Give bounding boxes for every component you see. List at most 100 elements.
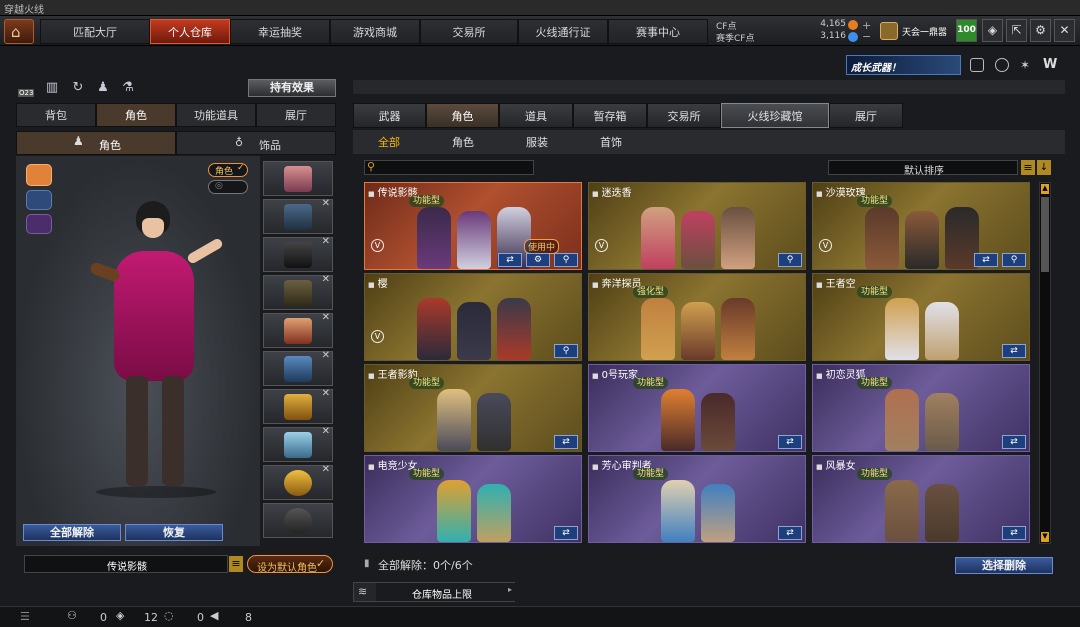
character-preview[interactable]: 角色 ✓ ◎ 全部解除 恢复 xyxy=(16,156,260,546)
role-card[interactable]: 0号玩家功能型 ⇄ xyxy=(588,364,806,452)
role-card[interactable]: 樱 V ⚲ xyxy=(364,273,582,361)
equip-slot-2[interactable]: ✕ xyxy=(263,198,333,234)
equip-slot-3[interactable]: ✕ xyxy=(263,236,333,272)
left-tab-showroom[interactable]: 展厅 xyxy=(256,103,336,127)
slot-close-icon[interactable]: ✕ xyxy=(322,464,330,475)
equip-slot-8[interactable]: ✕ xyxy=(263,426,333,462)
badge-star-icon[interactable]: ✶ xyxy=(1020,58,1034,72)
role-card[interactable]: 传说影骸功能型使用中V⚲⚙⇄ xyxy=(364,182,582,270)
scroll-up-icon[interactable]: ▲ xyxy=(1041,184,1049,194)
swap-icon[interactable]: ⇄ xyxy=(974,253,998,267)
bar-chart-icon[interactable]: ▥ xyxy=(44,80,60,96)
swap-icon[interactable]: ⇄ xyxy=(498,253,522,267)
right-tab-showroom[interactable]: 展厅 xyxy=(829,103,903,128)
close-icon[interactable]: ✕ xyxy=(1054,19,1075,42)
right-tab-temp-box[interactable]: 暂存箱 xyxy=(573,103,647,128)
nav-tab-match-lobby[interactable]: 匹配大厅 xyxy=(40,19,150,44)
swap-icon[interactable]: ⇄ xyxy=(778,435,802,449)
chat-bubble-icon[interactable]: ◌ xyxy=(164,609,174,622)
role-card[interactable]: 沙漠玫瑰功能型V⚲⇄ xyxy=(812,182,1030,270)
friends-icon[interactable]: ⚇ xyxy=(67,609,77,622)
category-jewelry[interactable]: 首饰 xyxy=(600,134,622,152)
home-button[interactable]: ⌂ xyxy=(4,19,34,44)
right-tab-exchange[interactable]: 交易所 xyxy=(647,103,721,128)
equip-slot-1[interactable] xyxy=(263,161,333,196)
set-default-role-button[interactable]: 设为默认角色 ✓ xyxy=(247,555,333,574)
right-tab-collection[interactable]: 火线珍藏馆 xyxy=(721,103,829,128)
slot-icon-main[interactable] xyxy=(26,164,52,186)
menu-list-icon[interactable]: ☰ xyxy=(20,610,30,623)
sort-menu-icon[interactable]: ≡ xyxy=(1021,160,1035,175)
role-card[interactable]: 初恋灵狐功能型⇄ xyxy=(812,364,1030,452)
search-input[interactable]: ⚲ xyxy=(364,160,534,175)
right-tab-roles[interactable]: 角色 xyxy=(426,103,499,128)
vertical-scrollbar[interactable]: ▲ ▼ xyxy=(1039,182,1051,544)
search-icon[interactable]: ⚲ xyxy=(554,344,578,358)
swap-icon[interactable]: ⇄ xyxy=(1002,344,1026,358)
character-pose-icon[interactable]: ♟ xyxy=(95,80,111,96)
shield-icon[interactable]: ◈ xyxy=(982,19,1003,42)
guild-shield-icon[interactable]: ◈ xyxy=(116,609,124,622)
sort-direction-icon[interactable]: ↓ xyxy=(1037,160,1051,175)
left-subtab-role[interactable]: ♟ 角色 xyxy=(16,131,176,155)
slot-close-icon[interactable]: ✕ xyxy=(322,312,330,323)
search-icon[interactable]: ⚲ xyxy=(554,253,578,267)
role-card[interactable]: 迷迭香 V ⚲ xyxy=(588,182,806,270)
settings-gear-icon[interactable]: ⚙ xyxy=(1030,19,1051,42)
slot-icon-second[interactable] xyxy=(26,190,52,210)
equip-slot-10[interactable] xyxy=(263,503,333,538)
equip-slot-9[interactable]: ✕ xyxy=(263,464,333,500)
swap-icon[interactable]: ⇄ xyxy=(1002,435,1026,449)
badge-v-icon[interactable] xyxy=(970,58,984,72)
nav-tab-battle-pass[interactable]: 火线通行证 xyxy=(518,19,608,44)
counter-icon[interactable]: O23 xyxy=(18,79,36,97)
slot-close-icon[interactable]: ✕ xyxy=(322,198,330,209)
speaker-icon[interactable]: ◀ xyxy=(210,609,218,622)
left-tab-backpack[interactable]: 背包 xyxy=(16,103,96,127)
swap-icon[interactable]: ⇄ xyxy=(554,435,578,449)
scroll-thumb[interactable] xyxy=(1041,197,1049,272)
left-tab-function-items[interactable]: 功能道具 xyxy=(176,103,256,127)
left-tab-role[interactable]: 角色 xyxy=(96,103,176,127)
right-tab-items[interactable]: 道具 xyxy=(499,103,573,128)
nav-tab-event-center[interactable]: 赛事中心 xyxy=(608,19,708,44)
scroll-down-icon[interactable]: ▼ xyxy=(1041,532,1049,542)
search-icon[interactable]: ⚲ xyxy=(778,253,802,267)
bottle-icon[interactable]: ⚗ xyxy=(120,80,136,96)
select-delete-button[interactable]: 选择删除 xyxy=(955,557,1053,574)
list-menu-icon[interactable]: ≡ xyxy=(229,556,243,572)
effects-button[interactable]: 持有效果 xyxy=(248,79,336,97)
role-card[interactable]: 芳心审判者功能型⇄ xyxy=(588,455,806,543)
unequip-all-button[interactable]: 全部解除 xyxy=(23,524,121,541)
level-badge[interactable]: 100 xyxy=(956,19,977,42)
category-role[interactable]: 角色 xyxy=(452,134,474,152)
growth-weapon-banner[interactable]: 成长武器！ xyxy=(846,55,961,75)
clan-box[interactable]: 天会一鼎嚣 xyxy=(880,20,952,42)
sort-dropdown[interactable]: 默认排序 xyxy=(828,160,1018,177)
equip-slot-4[interactable]: ✕ xyxy=(263,274,333,310)
nav-tab-personal-storage[interactable]: 个人仓库 xyxy=(150,19,230,44)
right-tab-weapons[interactable]: 武器 xyxy=(353,103,426,128)
category-all[interactable]: 全部 xyxy=(378,134,400,152)
swap-icon[interactable]: ⇄ xyxy=(778,526,802,540)
role-tag[interactable]: 角色 ✓ xyxy=(208,163,248,177)
search-icon[interactable]: ⚲ xyxy=(1002,253,1026,267)
settings-icon[interactable]: ⚙ xyxy=(526,253,550,267)
role-card[interactable]: 王者空功能型 ⇄ xyxy=(812,273,1030,361)
slot-close-icon[interactable]: ✕ xyxy=(322,426,330,437)
slot-close-icon[interactable]: ✕ xyxy=(322,236,330,247)
refresh-icon[interactable]: ↻ xyxy=(70,80,86,96)
category-clothing[interactable]: 服装 xyxy=(526,134,548,152)
restore-button[interactable]: 恢复 xyxy=(125,524,223,541)
slot-close-icon[interactable]: ✕ xyxy=(322,350,330,361)
nav-tab-lucky-draw[interactable]: 幸运抽奖 xyxy=(230,19,330,44)
slot-icon-third[interactable] xyxy=(26,214,52,234)
equip-slot-5[interactable]: ✕ xyxy=(263,312,333,348)
role-card[interactable]: 电竞少女功能型⇄ xyxy=(364,455,582,543)
role-card[interactable]: 王者影豹功能型⇄ xyxy=(364,364,582,452)
left-subtab-accessory[interactable]: ♁ 饰品 xyxy=(176,131,336,155)
equip-slot-6[interactable]: ✕ xyxy=(263,350,333,386)
plus-icon[interactable]: + − xyxy=(862,20,874,42)
equip-slot-7[interactable]: ✕ xyxy=(263,388,333,424)
exit-icon[interactable]: ⇱ xyxy=(1006,19,1027,42)
